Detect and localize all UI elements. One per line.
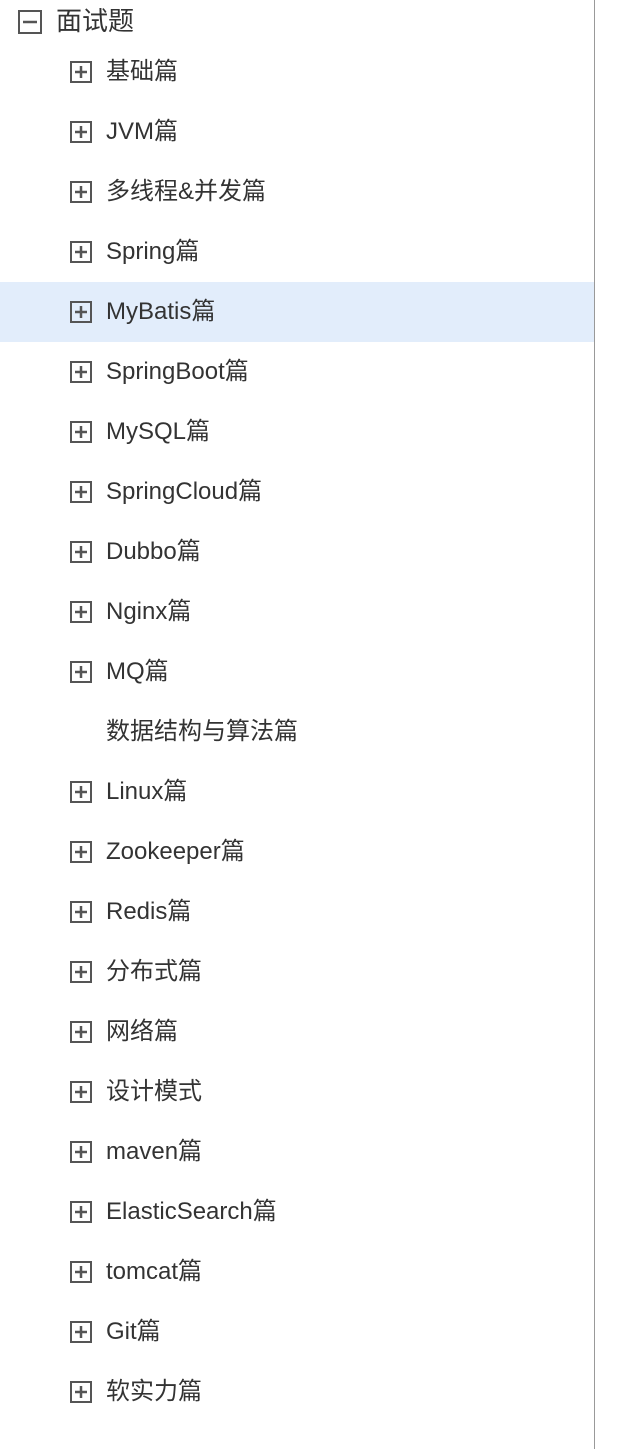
tree-item[interactable]: 数据结构与算法篇 bbox=[0, 702, 594, 762]
expand-icon[interactable] bbox=[70, 481, 92, 503]
expand-icon[interactable] bbox=[70, 121, 92, 143]
expand-icon[interactable] bbox=[70, 421, 92, 443]
tree-item-label: JVM篇 bbox=[106, 118, 178, 147]
tree-item[interactable]: 分布式篇 bbox=[0, 942, 594, 1002]
tree-item-label: Redis篇 bbox=[106, 898, 191, 927]
tree-item[interactable]: Nginx篇 bbox=[0, 582, 594, 642]
expand-icon[interactable] bbox=[70, 1081, 92, 1103]
expand-icon[interactable] bbox=[70, 901, 92, 923]
tree-item-label: Spring篇 bbox=[106, 238, 199, 267]
tree-item-label: Linux篇 bbox=[106, 778, 187, 807]
tree-item-label: 设计模式 bbox=[106, 1078, 202, 1107]
tree-item[interactable]: SpringCloud篇 bbox=[0, 462, 594, 522]
expand-icon[interactable] bbox=[70, 541, 92, 563]
tree-item-label: ElasticSearch篇 bbox=[106, 1198, 277, 1227]
tree-item-label: MQ篇 bbox=[106, 658, 169, 687]
expand-icon[interactable] bbox=[70, 781, 92, 803]
expand-icon[interactable] bbox=[70, 841, 92, 863]
expand-icon[interactable] bbox=[70, 1321, 92, 1343]
tree-root-label: 面试题 bbox=[56, 6, 134, 37]
tree-item[interactable]: 网络篇 bbox=[0, 1002, 594, 1062]
tree-item[interactable]: maven篇 bbox=[0, 1122, 594, 1182]
expand-icon[interactable] bbox=[70, 1381, 92, 1403]
expand-icon[interactable] bbox=[70, 301, 92, 323]
tree-item[interactable]: Spring篇 bbox=[0, 222, 594, 282]
tree-item-label: Zookeeper篇 bbox=[106, 838, 245, 867]
tree-item[interactable]: MySQL篇 bbox=[0, 402, 594, 462]
tree-item-label: Nginx篇 bbox=[106, 598, 191, 627]
collapse-icon[interactable] bbox=[18, 10, 42, 34]
tree-children: 基础篇 JVM篇 多线程&并发篇 Spring篇 MyBatis篇 Spring… bbox=[0, 42, 594, 1422]
tree-item[interactable]: ElasticSearch篇 bbox=[0, 1182, 594, 1242]
expand-icon[interactable] bbox=[70, 1201, 92, 1223]
expand-icon[interactable] bbox=[70, 1141, 92, 1163]
tree-item-label: 软实力篇 bbox=[106, 1378, 202, 1407]
tree-item[interactable]: MyBatis篇 bbox=[0, 282, 594, 342]
tree-item[interactable]: Git篇 bbox=[0, 1302, 594, 1362]
tree-item-label: 多线程&并发篇 bbox=[106, 178, 266, 207]
tree-item[interactable]: JVM篇 bbox=[0, 102, 594, 162]
tree-item-label: tomcat篇 bbox=[106, 1258, 202, 1287]
tree-item-label: 网络篇 bbox=[106, 1018, 178, 1047]
tree-panel: 面试题 基础篇 JVM篇 多线程&并发篇 Spring篇 MyBatis篇 Sp… bbox=[0, 0, 595, 1449]
tree-root-node[interactable]: 面试题 bbox=[0, 2, 594, 42]
tree-item[interactable]: Redis篇 bbox=[0, 882, 594, 942]
expand-icon[interactable] bbox=[70, 961, 92, 983]
tree-item[interactable]: 基础篇 bbox=[0, 42, 594, 102]
tree-item[interactable]: tomcat篇 bbox=[0, 1242, 594, 1302]
expand-icon[interactable] bbox=[70, 1021, 92, 1043]
expand-icon[interactable] bbox=[70, 181, 92, 203]
tree-item-label: Dubbo篇 bbox=[106, 538, 201, 567]
expand-icon[interactable] bbox=[70, 61, 92, 83]
expand-icon[interactable] bbox=[70, 361, 92, 383]
tree-item[interactable]: 软实力篇 bbox=[0, 1362, 594, 1422]
tree-item-label: SpringBoot篇 bbox=[106, 358, 249, 387]
tree-item-label: maven篇 bbox=[106, 1138, 202, 1167]
tree-item[interactable]: Dubbo篇 bbox=[0, 522, 594, 582]
tree-item[interactable]: Zookeeper篇 bbox=[0, 822, 594, 882]
expand-icon[interactable] bbox=[70, 661, 92, 683]
tree-item-label: MyBatis篇 bbox=[106, 298, 215, 327]
tree-item[interactable]: 多线程&并发篇 bbox=[0, 162, 594, 222]
tree-item[interactable]: SpringBoot篇 bbox=[0, 342, 594, 402]
tree-item-label: Git篇 bbox=[106, 1318, 161, 1347]
tree-item-label: SpringCloud篇 bbox=[106, 478, 262, 507]
expand-icon[interactable] bbox=[70, 1261, 92, 1283]
tree-item-label: 数据结构与算法篇 bbox=[106, 718, 298, 747]
tree-item[interactable]: 设计模式 bbox=[0, 1062, 594, 1122]
expand-icon[interactable] bbox=[70, 601, 92, 623]
tree-item-label: 分布式篇 bbox=[106, 958, 202, 987]
tree-item[interactable]: MQ篇 bbox=[0, 642, 594, 702]
tree-item-label: MySQL篇 bbox=[106, 418, 210, 447]
expand-icon[interactable] bbox=[70, 241, 92, 263]
tree-item[interactable]: Linux篇 bbox=[0, 762, 594, 822]
tree-item-label: 基础篇 bbox=[106, 58, 178, 87]
